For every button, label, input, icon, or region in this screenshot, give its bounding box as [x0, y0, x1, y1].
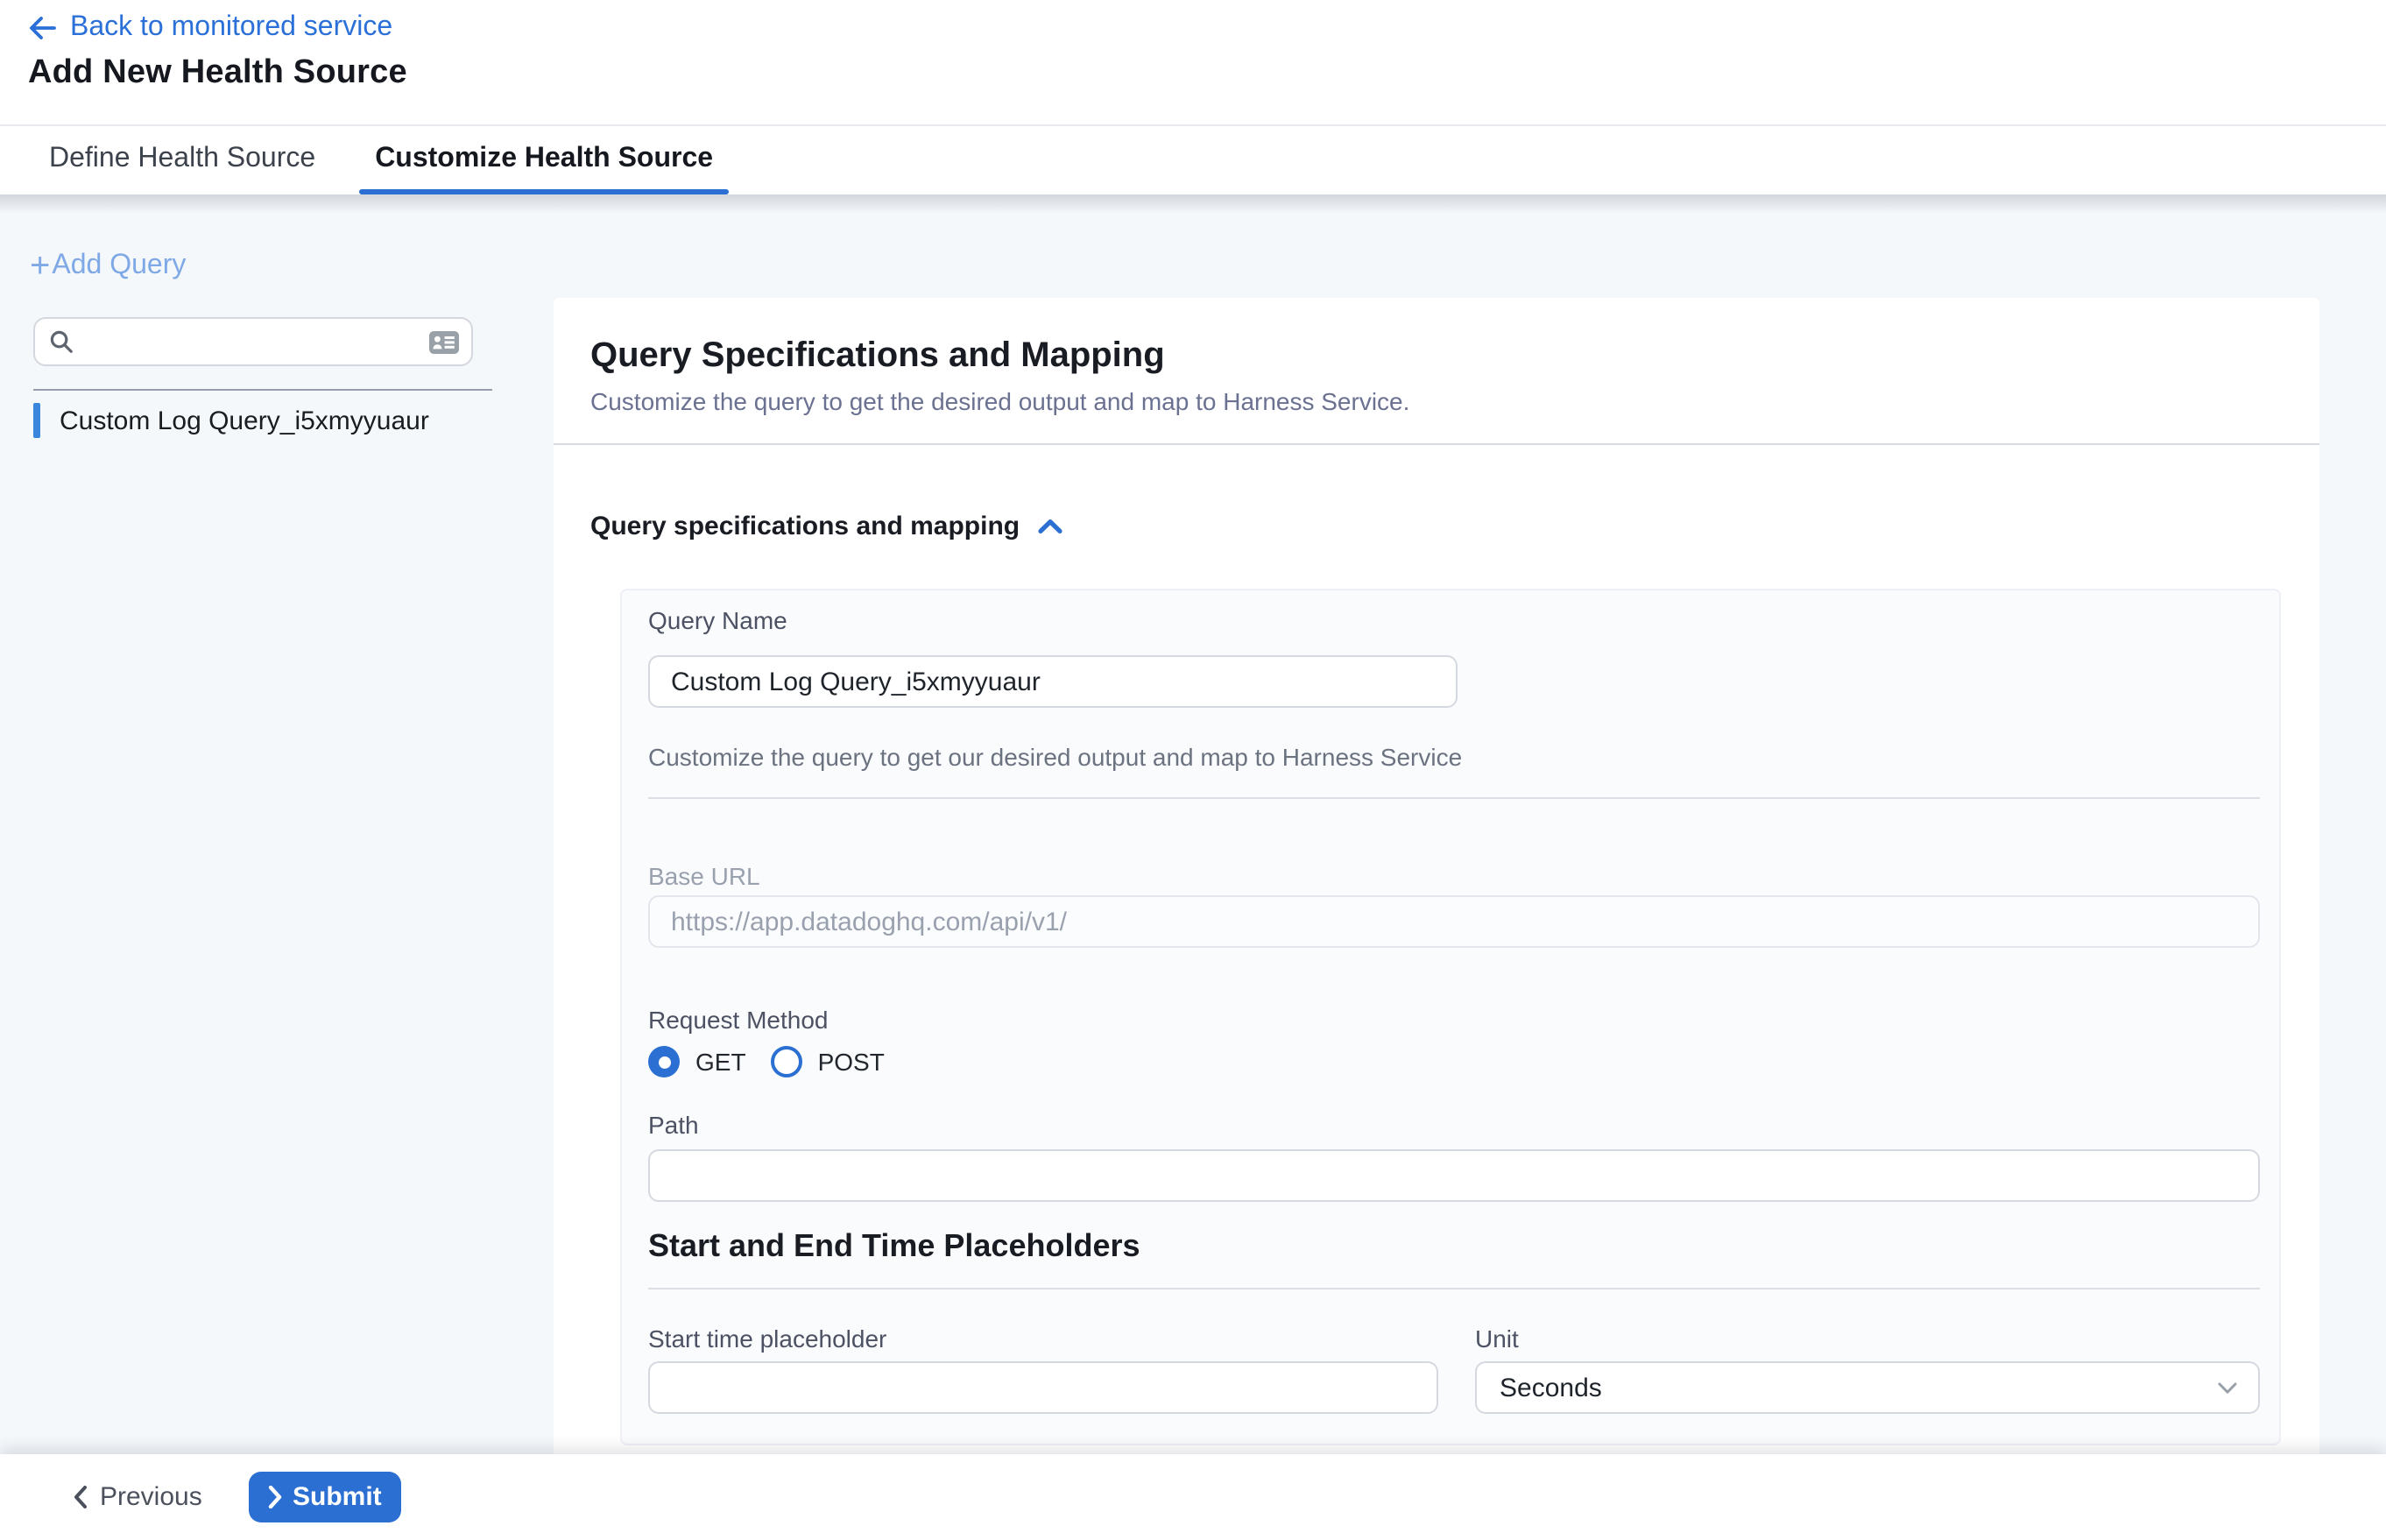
unit-label: Unit: [1475, 1325, 1519, 1353]
sidebar-divider: [33, 389, 492, 391]
request-method-radio-group: GET POST: [648, 1046, 909, 1077]
health-source-tab-bar: Define Health Source Customize Health So…: [0, 124, 2386, 194]
query-name-input[interactable]: [648, 655, 1458, 708]
placeholders-heading: Start and End Time Placeholders: [648, 1228, 1140, 1265]
chevron-up-icon[interactable]: [1037, 517, 1063, 536]
search-icon: [49, 329, 74, 354]
panel-title: Query Specifications and Mapping: [590, 336, 1165, 377]
card-divider: [648, 797, 2260, 799]
path-input[interactable]: [648, 1149, 2260, 1202]
radio-post-label: POST: [818, 1048, 885, 1076]
add-health-source-page: Back to monitored service Add New Health…: [0, 0, 2386, 1540]
query-search-box: [33, 317, 473, 366]
submit-button-label: Submit: [293, 1482, 382, 1512]
query-item-label: Custom Log Query_i5xmyyuaur: [60, 406, 429, 435]
unit-select-value: Seconds: [1500, 1373, 1602, 1402]
back-link-label: Back to monitored service: [70, 12, 392, 44]
page-header: Back to monitored service Add New Health…: [0, 0, 2386, 124]
back-to-monitored-service-link[interactable]: Back to monitored service: [28, 12, 392, 44]
tab-customize-health-source[interactable]: Customize Health Source: [359, 126, 729, 194]
query-name-label: Query Name: [648, 606, 787, 634]
base-url-input: [648, 895, 2260, 948]
query-spec-section-header: Query specifications and mapping: [590, 512, 1063, 541]
chevron-down-icon: [2218, 1381, 2237, 1394]
chevron-right-icon: [268, 1486, 282, 1508]
query-search-input[interactable]: [74, 328, 429, 356]
selected-indicator-bar: [33, 403, 40, 438]
query-spec-card: Query Name Customize the query to get ou…: [620, 589, 2281, 1445]
contact-card-icon[interactable]: [429, 330, 459, 353]
panel-subtitle: Customize the query to get the desired o…: [590, 387, 1409, 415]
unit-select[interactable]: Seconds: [1475, 1361, 2260, 1414]
footer-action-bar: Previous Submit: [0, 1454, 2386, 1540]
previous-button-label: Previous: [100, 1482, 202, 1512]
active-tab-underline: [359, 189, 729, 194]
query-mapping-panel: Query Specifications and Mapping Customi…: [554, 298, 2319, 1454]
radio-post[interactable]: [771, 1046, 802, 1077]
path-label: Path: [648, 1111, 699, 1139]
add-query-button[interactable]: + Add Query: [30, 251, 186, 282]
chevron-left-icon: [74, 1486, 88, 1508]
start-time-input[interactable]: [648, 1361, 1438, 1414]
tab-define-health-source[interactable]: Define Health Source: [33, 126, 331, 194]
section-title: Query specifications and mapping: [590, 512, 1020, 541]
submit-button[interactable]: Submit: [249, 1472, 401, 1522]
query-name-helper-text: Customize the query to get our desired o…: [648, 743, 1462, 771]
start-time-label: Start time placeholder: [648, 1325, 886, 1353]
query-sidebar: + Add Query: [0, 194, 554, 1454]
card-divider-2: [648, 1288, 2260, 1289]
query-list-item[interactable]: Custom Log Query_i5xmyyuaur: [33, 403, 429, 438]
content-area: + Add Query: [0, 194, 2386, 1454]
base-url-label: Base URL: [648, 862, 760, 890]
page-title: Add New Health Source: [28, 54, 407, 93]
request-method-label: Request Method: [648, 1006, 828, 1034]
previous-button[interactable]: Previous: [74, 1454, 202, 1540]
panel-divider: [554, 443, 2319, 445]
radio-get[interactable]: [648, 1046, 680, 1077]
add-query-label: Add Query: [52, 251, 186, 282]
plus-icon: +: [30, 252, 50, 280]
arrow-left-icon: [28, 16, 56, 40]
radio-get-label: GET: [695, 1048, 746, 1076]
